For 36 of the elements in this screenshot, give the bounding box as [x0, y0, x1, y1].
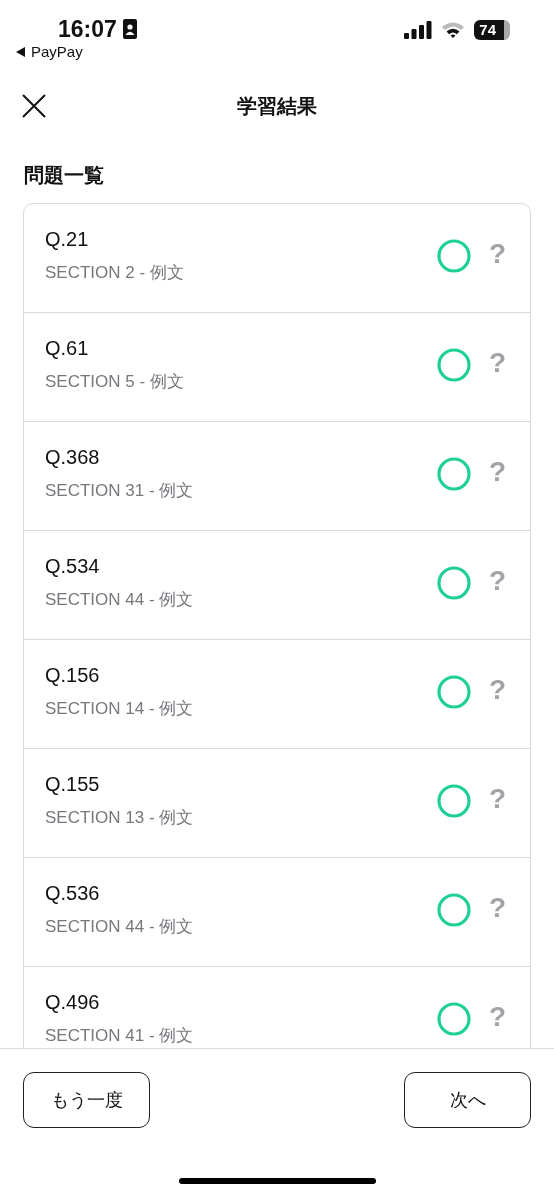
question-section: SECTION 13 - 例文	[45, 806, 194, 829]
question-row[interactable]: Q.155 SECTION 13 - 例文 ?	[24, 749, 530, 858]
page-title: 学習結果	[237, 92, 317, 120]
signal-icon	[404, 21, 433, 39]
id-card-icon	[122, 19, 137, 39]
question-section: SECTION 5 - 例文	[45, 370, 184, 393]
question-row[interactable]: Q.21 SECTION 2 - 例文 ?	[24, 204, 530, 313]
close-icon[interactable]	[22, 94, 46, 118]
footer-button[interactable]: 次へ	[404, 1072, 531, 1128]
question-row[interactable]: Q.534 SECTION 44 - 例文 ?	[24, 531, 530, 640]
question-number: Q.61	[45, 337, 89, 360]
wifi-icon	[441, 21, 466, 39]
question-row[interactable]: Q.536 SECTION 44 - 例文 ?	[24, 858, 530, 967]
question-section: SECTION 44 - 例文	[45, 915, 194, 938]
question-section: SECTION 31 - 例文	[45, 479, 194, 502]
question-number: Q.496	[45, 991, 100, 1014]
question-row[interactable]: Q.61 SECTION 5 - 例文 ?	[24, 313, 530, 422]
question-number: Q.21	[45, 228, 89, 251]
question-number: Q.534	[45, 555, 100, 578]
question-row[interactable]: Q.368 SECTION 31 - 例文 ?	[24, 422, 530, 531]
back-arrow-icon[interactable]	[16, 46, 25, 57]
question-section: SECTION 14 - 例文	[45, 697, 194, 720]
question-section: SECTION 44 - 例文	[45, 588, 194, 611]
question-number: Q.155	[45, 773, 100, 796]
question-section: SECTION 2 - 例文	[45, 261, 184, 284]
battery-indicator: 74	[474, 20, 510, 40]
question-number: Q.156	[45, 664, 100, 687]
question-section: SECTION 41 - 例文	[45, 1024, 194, 1047]
status-time: 16:07	[58, 16, 117, 42]
question-number: Q.368	[45, 446, 100, 469]
back-app-link[interactable]: PayPay	[31, 43, 83, 60]
question-number: Q.536	[45, 882, 100, 905]
question-row[interactable]: Q.496 SECTION 41 - 例文 ?	[24, 967, 530, 1048]
footer-button[interactable]: もう一度	[23, 1072, 150, 1128]
question-row[interactable]: Q.156 SECTION 14 - 例文 ?	[24, 640, 530, 749]
section-heading: 問題一覧	[24, 163, 104, 187]
